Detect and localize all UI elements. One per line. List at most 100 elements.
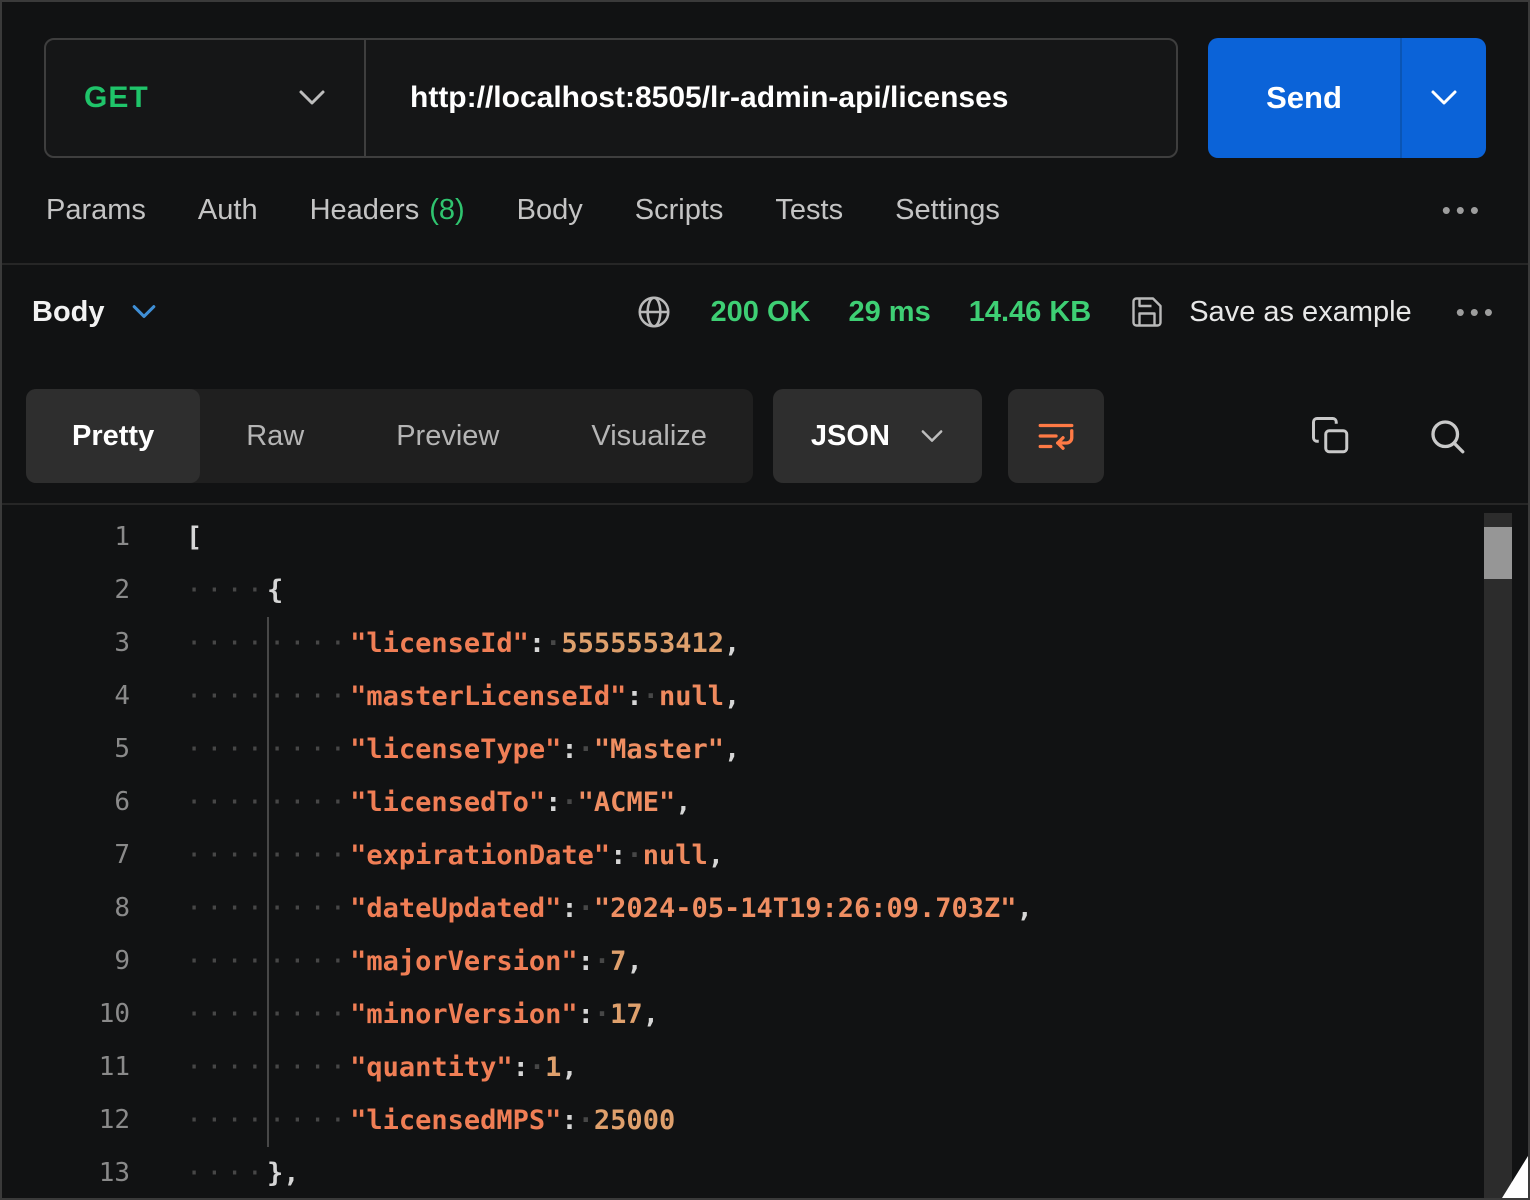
code-block[interactable]: 1[2····{3········"licenseId":·5555553412… (2, 511, 1528, 1200)
chevron-down-icon (920, 429, 944, 444)
code-text: ····}, (186, 1147, 300, 1200)
text-wrap-button[interactable] (1008, 389, 1104, 483)
response-stats: 200 OK 29 ms 14.46 KB Save as example ••… (635, 293, 1498, 331)
indent-guide: ····"minorVersion":·17, (267, 988, 659, 1041)
code-text: ········"expirationDate":·null, (186, 829, 724, 882)
save-as-example-button[interactable]: Save as example (1129, 294, 1411, 330)
indent-guide: ····"expirationDate":·null, (267, 829, 724, 882)
indent-guide: ····"licenseType":·"Master", (267, 723, 740, 776)
tab-headers[interactable]: Headers(8) (310, 194, 465, 227)
line-number: 12 (2, 1094, 186, 1147)
scrollbar[interactable] (1484, 513, 1512, 1200)
code-text: [ (186, 511, 202, 564)
tab-raw-label: Raw (246, 420, 304, 453)
response-time[interactable]: 29 ms (848, 296, 930, 329)
request-tabs: Params Auth Headers(8) Body Scripts Test… (2, 158, 1528, 263)
code-line: 3········"licenseId":·5555553412, (2, 617, 1528, 670)
response-body-select[interactable]: Body (32, 296, 157, 329)
method-label: GET (84, 81, 149, 115)
line-number: 11 (2, 1041, 186, 1094)
code-line: 12········"licensedMPS":·25000 (2, 1094, 1528, 1147)
chevron-down-icon (131, 304, 157, 320)
line-number: 9 (2, 935, 186, 988)
line-number: 1 (2, 511, 186, 564)
send-button-group: Send (1208, 38, 1486, 158)
api-client-window: GET Send Params Auth Headers(8) Body Scr… (0, 0, 1530, 1200)
code-line: 13····}, (2, 1147, 1528, 1200)
indent-guide: ····"majorVersion":·7, (267, 935, 643, 988)
tab-body-label: Body (517, 194, 583, 226)
tab-scripts-label: Scripts (635, 194, 724, 226)
line-number: 3 (2, 617, 186, 670)
code-line: 10········"minorVersion":·17, (2, 988, 1528, 1041)
tab-tests[interactable]: Tests (775, 194, 843, 227)
text-wrap-icon (1032, 415, 1080, 457)
more-options-icon[interactable]: ••• (1442, 195, 1484, 226)
code-line: 2····{ (2, 564, 1528, 617)
code-line: 4········"masterLicenseId":·null, (2, 670, 1528, 723)
tab-auth-label: Auth (198, 194, 258, 226)
tab-auth[interactable]: Auth (198, 194, 258, 227)
save-as-example-label: Save as example (1189, 296, 1411, 329)
tab-params-label: Params (46, 194, 146, 226)
tab-tests-label: Tests (775, 194, 843, 226)
line-number: 10 (2, 988, 186, 1041)
code-line: 9········"majorVersion":·7, (2, 935, 1528, 988)
line-number: 8 (2, 882, 186, 935)
line-number: 7 (2, 829, 186, 882)
send-options-button[interactable] (1400, 38, 1486, 158)
url-input[interactable] (366, 40, 1176, 156)
indent-guide: ····"masterLicenseId":·null, (267, 670, 740, 723)
line-number: 13 (2, 1147, 186, 1200)
response-view-bar: Pretty Raw Preview Visualize JSON (2, 389, 1528, 483)
tab-body[interactable]: Body (517, 194, 583, 227)
method-select[interactable]: GET (46, 40, 364, 156)
tab-visualize[interactable]: Visualize (545, 389, 753, 483)
code-text: ····{ (186, 564, 283, 617)
scrollbar-thumb[interactable] (1484, 527, 1512, 579)
tab-scripts[interactable]: Scripts (635, 194, 724, 227)
format-select[interactable]: JSON (773, 389, 982, 483)
indent-guide: ····"quantity":·1, (267, 1041, 578, 1094)
status-badge[interactable]: 200 OK (711, 296, 811, 329)
code-text: ········"masterLicenseId":·null, (186, 670, 740, 723)
tab-raw[interactable]: Raw (200, 389, 350, 483)
code-text: ········"licensedMPS":·25000 (186, 1094, 675, 1147)
code-line: 5········"licenseType":·"Master", (2, 723, 1528, 776)
url-box: GET (44, 38, 1178, 158)
indent-guide: ····"dateUpdated":·"2024-05-14T19:26:09.… (267, 882, 1033, 935)
code-text: ········"minorVersion":·17, (186, 988, 659, 1041)
tab-visualize-label: Visualize (591, 420, 707, 453)
format-select-value: JSON (811, 420, 890, 453)
code-line: 7········"expirationDate":·null, (2, 829, 1528, 882)
tab-preview-label: Preview (396, 420, 499, 453)
response-section-label: Body (32, 296, 105, 329)
request-bar: GET Send (2, 2, 1528, 158)
code-line: 8········"dateUpdated":·"2024-05-14T19:2… (2, 882, 1528, 935)
code-line: 1[ (2, 511, 1528, 564)
save-icon (1129, 294, 1165, 330)
chevron-down-icon (1430, 89, 1458, 107)
more-options-icon[interactable]: ••• (1456, 297, 1498, 328)
globe-icon[interactable] (635, 293, 673, 331)
tab-params[interactable]: Params (46, 194, 146, 227)
tab-settings-label: Settings (895, 194, 1000, 226)
code-text: ········"licensedTo":·"ACME", (186, 776, 691, 829)
line-number: 6 (2, 776, 186, 829)
code-text: ········"quantity":·1, (186, 1041, 578, 1094)
code-text: ········"licenseId":·5555553412, (186, 617, 740, 670)
tab-preview[interactable]: Preview (350, 389, 545, 483)
tab-settings[interactable]: Settings (895, 194, 1000, 227)
tab-headers-label: Headers (310, 194, 420, 226)
code-line: 6········"licensedTo":·"ACME", (2, 776, 1528, 829)
code-text: ········"licenseType":·"Master", (186, 723, 740, 776)
send-button[interactable]: Send (1208, 38, 1400, 158)
tab-pretty[interactable]: Pretty (26, 389, 200, 483)
line-number: 5 (2, 723, 186, 776)
resize-corner (1502, 1156, 1528, 1198)
copy-icon[interactable] (1310, 415, 1352, 457)
tab-pretty-label: Pretty (72, 420, 154, 453)
response-meta-bar: Body 200 OK 29 ms 14.46 KB Save as examp… (2, 265, 1528, 359)
response-size[interactable]: 14.46 KB (969, 296, 1092, 329)
search-icon[interactable] (1426, 415, 1468, 457)
